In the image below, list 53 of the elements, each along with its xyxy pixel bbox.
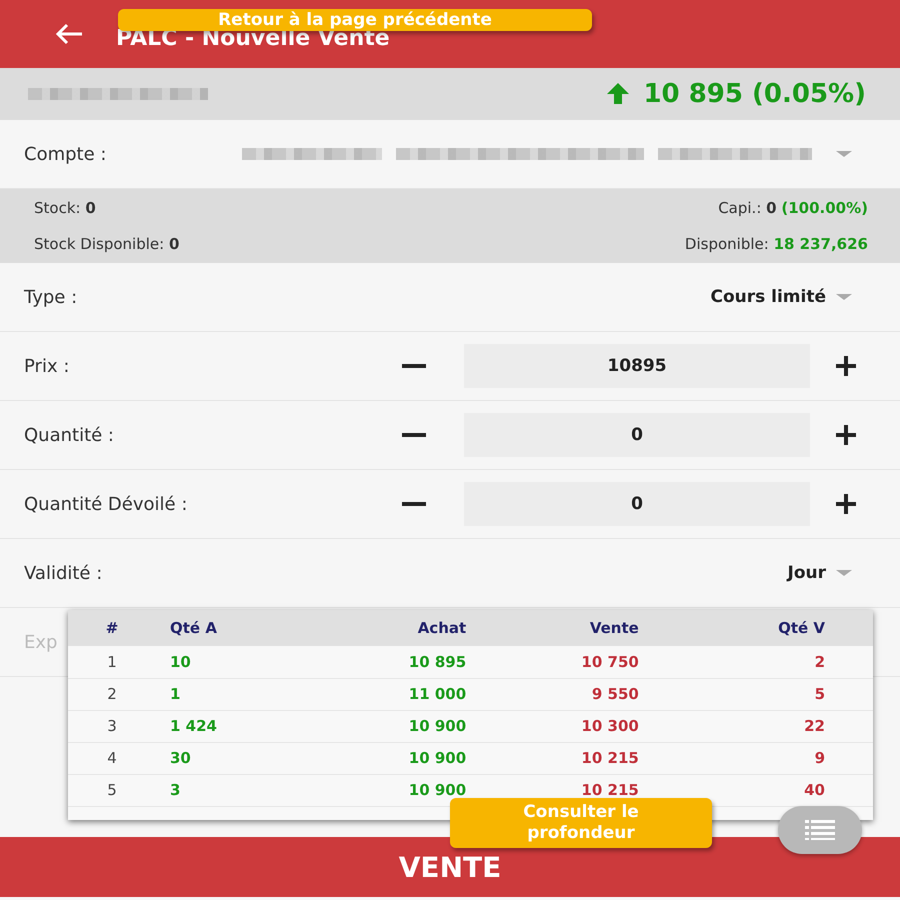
column-header: Qté A — [156, 610, 308, 646]
table-cell: 10 895 — [308, 646, 480, 678]
field-label: Validité : — [24, 562, 102, 584]
list-icon — [805, 819, 835, 841]
summary-text: Stock: 0 — [34, 199, 97, 217]
table-cell: 5 — [68, 774, 156, 806]
input-field[interactable]: 0 — [464, 413, 810, 457]
table-cell: 1 — [68, 646, 156, 678]
field-label: Prix : — [24, 356, 70, 376]
field-label: Exp — [24, 632, 58, 652]
table-cell: 30 — [156, 742, 308, 774]
table-cell: 10 — [156, 646, 308, 678]
table-cell: 9 — [652, 742, 873, 774]
dropdown[interactable]: Cours limité — [710, 287, 852, 307]
table-cell: 1 — [156, 678, 308, 710]
dropdown[interactable]: Jour — [788, 563, 852, 583]
table-cell: 3 — [156, 774, 308, 806]
column-header: Achat — [308, 610, 480, 646]
table-cell: 3 — [68, 710, 156, 742]
plus-icon — [833, 491, 859, 517]
input-field[interactable]: 10895 — [464, 344, 810, 388]
table-cell: 4 — [68, 742, 156, 774]
table-cell: 10 300 — [480, 710, 653, 742]
summary-text: Capi.: 0 (100.00%) — [717, 199, 868, 217]
price-change: 10 895 (0.05%) — [643, 79, 866, 109]
column-header: # — [68, 610, 156, 646]
input-field[interactable]: 0 — [464, 482, 810, 526]
plus-icon — [833, 353, 859, 379]
summary-text: Stock Disponible: 0 — [34, 235, 180, 253]
table-cell: 10 900 — [308, 710, 480, 742]
minus-icon — [402, 502, 426, 506]
table-cell: 10 215 — [480, 742, 653, 774]
table-cell: 11 000 — [308, 678, 480, 710]
table-cell: 10 900 — [308, 742, 480, 774]
minus-icon — [402, 433, 426, 437]
column-header: Vente — [480, 610, 653, 646]
table-cell: 2 — [68, 678, 156, 710]
field-label: Quantité : — [24, 424, 114, 446]
summary-text: Disponible: 18 237,626 — [684, 235, 868, 253]
field-label: Compte : — [24, 144, 106, 164]
field-label: Quantité Dévoilé : — [24, 494, 188, 514]
table-cell: 5 — [652, 678, 873, 710]
field-label: Type : — [24, 286, 78, 308]
table-cell: 1 424 — [156, 710, 308, 742]
minus-icon — [402, 364, 426, 368]
column-header: Qté V — [652, 610, 873, 646]
table-cell: 10 750 — [480, 646, 653, 678]
table-cell: 9 550 — [480, 678, 653, 710]
back-arrow-icon — [54, 22, 84, 46]
tooltip: Consulter le profondeur — [450, 798, 712, 848]
plus-icon — [833, 422, 859, 448]
table-cell: 22 — [652, 710, 873, 742]
table-cell: 2 — [652, 646, 873, 678]
